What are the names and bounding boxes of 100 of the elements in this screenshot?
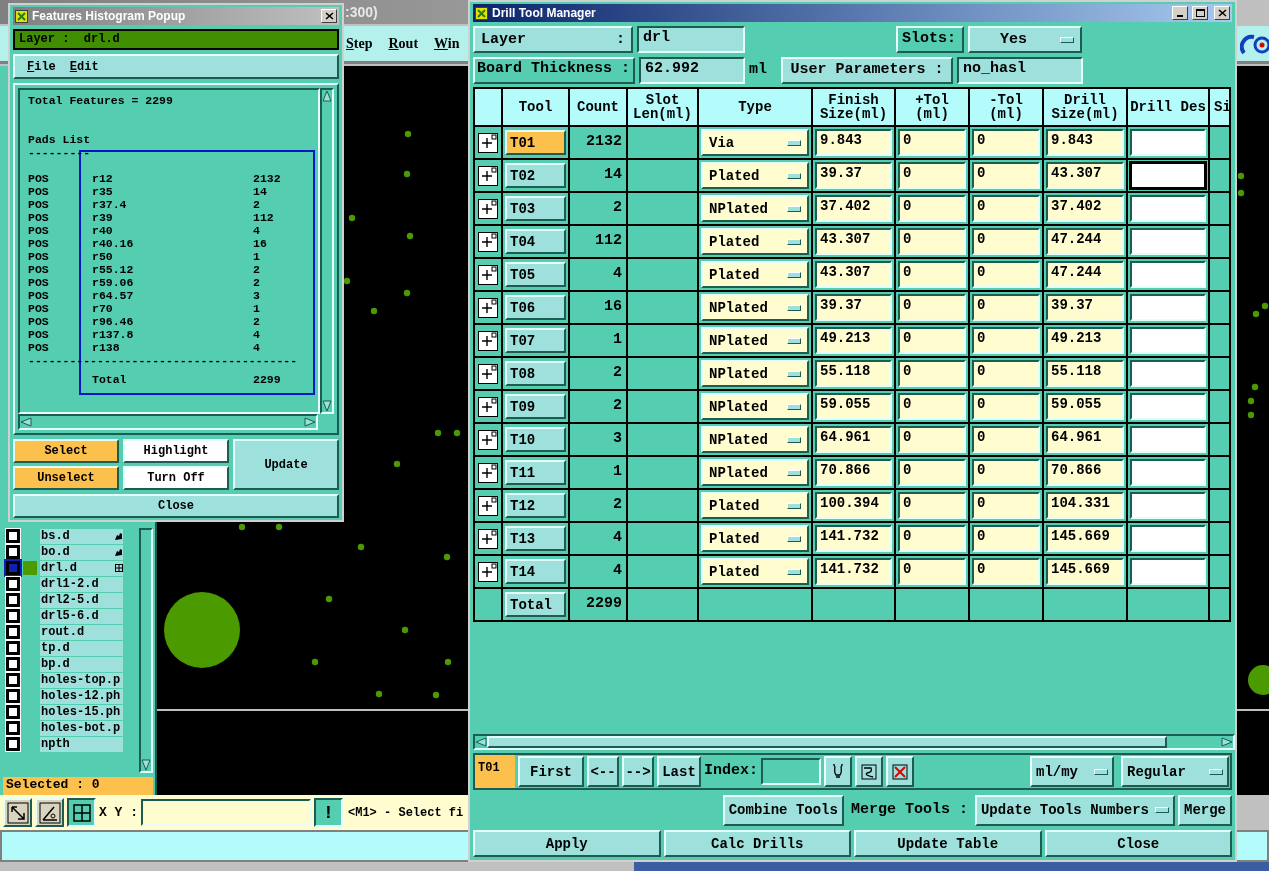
- drill-size-field[interactable]: 104.331: [1046, 492, 1124, 519]
- alert-button[interactable]: !: [314, 798, 343, 827]
- tool-button[interactable]: T02: [505, 163, 566, 188]
- plus-tolerance-field[interactable]: 0: [898, 129, 966, 156]
- tool-button[interactable]: T04: [505, 229, 566, 254]
- type-dropdown[interactable]: NPlated: [701, 327, 809, 354]
- tool-button[interactable]: T06: [505, 295, 566, 320]
- cancel-button[interactable]: [886, 756, 914, 787]
- drill-designation-field[interactable]: [1130, 558, 1206, 585]
- minus-tolerance-field[interactable]: 0: [972, 195, 1040, 222]
- popup-button[interactable]: Turn Off: [123, 466, 229, 490]
- drill-pad[interactable]: [406, 232, 414, 240]
- minus-tolerance-field[interactable]: 0: [972, 294, 1040, 321]
- tool-button[interactable]: T07: [505, 328, 566, 353]
- dropdown-icon[interactable]: [1209, 768, 1223, 775]
- tool-button[interactable]: T10: [505, 427, 566, 452]
- tool-button[interactable]: T08: [505, 361, 566, 386]
- navigation-button[interactable]: Last: [657, 756, 701, 787]
- minus-tolerance-field[interactable]: 0: [972, 129, 1040, 156]
- drill-size-field[interactable]: 47.244: [1046, 228, 1124, 255]
- dropdown-icon[interactable]: [787, 304, 801, 311]
- type-dropdown[interactable]: NPlated: [701, 393, 809, 420]
- scroll-down-icon[interactable]: [322, 400, 332, 412]
- drill-pad[interactable]: [375, 690, 383, 698]
- plus-tolerance-field[interactable]: 0: [898, 327, 966, 354]
- drill-designation-field[interactable]: [1130, 393, 1206, 420]
- dropdown-icon[interactable]: [1155, 807, 1169, 813]
- drill-size-field[interactable]: 39.37: [1046, 294, 1124, 321]
- grid-tool-button[interactable]: [67, 798, 96, 827]
- drill-designation-field[interactable]: [1130, 228, 1206, 255]
- drill-pad[interactable]: [432, 691, 440, 699]
- dropdown-icon[interactable]: [787, 535, 801, 542]
- action-button[interactable]: Apply: [473, 830, 661, 857]
- navigation-button[interactable]: First: [518, 756, 584, 787]
- layer-checkbox[interactable]: [6, 657, 20, 671]
- dropdown-icon[interactable]: [787, 172, 801, 179]
- drill-designation-field[interactable]: [1130, 360, 1206, 387]
- type-dropdown[interactable]: Via: [701, 129, 809, 156]
- drill-size-field[interactable]: 145.669: [1046, 525, 1124, 552]
- scroll-up-icon[interactable]: [322, 90, 332, 102]
- layer-item[interactable]: drl1-2.d: [40, 576, 123, 592]
- finish-size-field[interactable]: 64.961: [815, 426, 892, 453]
- drill-pad[interactable]: [1237, 172, 1245, 180]
- combine-tools-button[interactable]: Combine Tools: [722, 794, 844, 826]
- minus-tolerance-field[interactable]: 0: [972, 426, 1040, 453]
- scroll-left-icon[interactable]: [20, 417, 32, 427]
- layer-checkbox[interactable]: [6, 705, 20, 719]
- scroll-right-icon[interactable]: [1221, 737, 1233, 747]
- minus-tolerance-field[interactable]: 0: [972, 261, 1040, 288]
- curve-button[interactable]: [855, 756, 883, 787]
- dropdown-icon[interactable]: [787, 568, 801, 575]
- dropdown-icon[interactable]: [787, 502, 801, 509]
- slots-dropdown[interactable]: Yes: [968, 26, 1082, 53]
- drill-size-field[interactable]: 55.118: [1046, 360, 1124, 387]
- finish-size-field[interactable]: 39.37: [815, 294, 892, 321]
- layer-checkbox[interactable]: [6, 689, 20, 703]
- minus-tolerance-field[interactable]: 0: [972, 327, 1040, 354]
- plus-tolerance-field[interactable]: 0: [898, 294, 966, 321]
- layer-field[interactable]: drl: [637, 26, 745, 53]
- drill-pad[interactable]: [453, 429, 461, 437]
- zoom-tool-button[interactable]: [3, 798, 32, 827]
- dropdown-icon[interactable]: [787, 205, 801, 212]
- drill-size-field[interactable]: 49.213: [1046, 327, 1124, 354]
- tool-button[interactable]: T03: [505, 196, 566, 221]
- dropdown-icon[interactable]: [787, 139, 801, 146]
- drill-pad[interactable]: [164, 592, 240, 668]
- type-dropdown[interactable]: NPlated: [701, 426, 809, 453]
- tool-button[interactable]: T12: [505, 493, 566, 518]
- finish-size-field[interactable]: 43.307: [815, 228, 892, 255]
- drill-size-field[interactable]: 43.307: [1046, 162, 1124, 189]
- tool-button[interactable]: T11: [505, 460, 566, 485]
- tool-button[interactable]: T01: [505, 130, 566, 155]
- layer-item[interactable]: rout.d: [40, 624, 123, 640]
- dropdown-icon[interactable]: [787, 469, 801, 476]
- layer-checkbox[interactable]: [6, 673, 20, 687]
- tool-button[interactable]: T05: [505, 262, 566, 287]
- finish-size-field[interactable]: 70.866: [815, 459, 892, 486]
- drill-designation-field[interactable]: [1130, 327, 1206, 354]
- vertical-scrollbar[interactable]: [139, 528, 153, 773]
- finish-size-field[interactable]: 141.732: [815, 558, 892, 585]
- drill-size-field[interactable]: 37.402: [1046, 195, 1124, 222]
- plus-tolerance-field[interactable]: 0: [898, 525, 966, 552]
- plus-tolerance-field[interactable]: 0: [898, 195, 966, 222]
- layer-checkbox[interactable]: [6, 545, 20, 559]
- dropdown-icon[interactable]: [787, 370, 801, 377]
- drill-designation-field[interactable]: [1130, 492, 1206, 519]
- plus-tolerance-field[interactable]: 0: [898, 492, 966, 519]
- plus-tolerance-field[interactable]: 0: [898, 558, 966, 585]
- layer-checkbox[interactable]: [6, 593, 20, 607]
- layer-item[interactable]: holes-15.ph: [40, 704, 123, 720]
- maximize-button[interactable]: [1192, 6, 1208, 20]
- minus-tolerance-field[interactable]: 0: [972, 360, 1040, 387]
- action-button[interactable]: Update Table: [854, 830, 1042, 857]
- layer-item[interactable]: bs.d: [40, 528, 123, 544]
- layer-checkbox[interactable]: [6, 561, 20, 575]
- drill-pad[interactable]: [434, 429, 442, 437]
- menu-item[interactable]: Win: [434, 35, 460, 52]
- plus-tolerance-field[interactable]: 0: [898, 393, 966, 420]
- user-parameters-field[interactable]: no_hasl: [957, 56, 1083, 84]
- type-dropdown[interactable]: Plated: [701, 228, 809, 255]
